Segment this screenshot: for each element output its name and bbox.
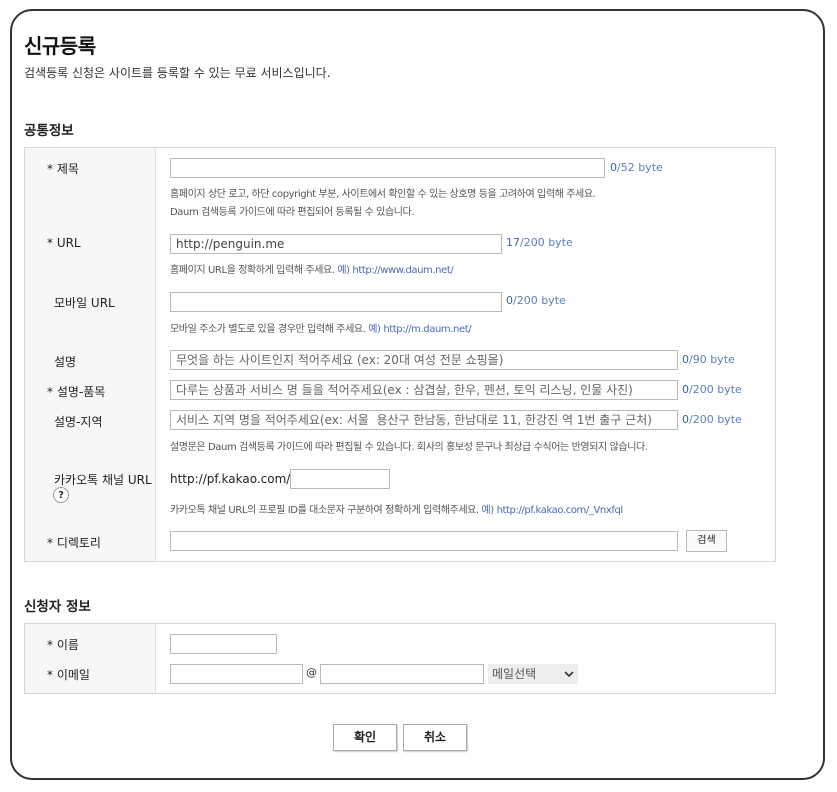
description-input[interactable] (170, 350, 678, 370)
question-icon[interactable]: ? (53, 487, 69, 503)
email-select-value: 메일선택 (492, 667, 537, 681)
description-byte-count: 0/90 byte (682, 353, 735, 366)
description-product-byte-count: 0/200 byte (682, 383, 742, 396)
description-label: 설명 (54, 355, 77, 369)
email-domain-select[interactable]: 메일선택 (488, 664, 578, 684)
title-label: * 제목 (47, 162, 79, 176)
mobile-url-help: 모바일 주소가 별도로 있을 경우만 입력해 주세요. 예) http://m.… (170, 324, 472, 335)
email-domain-input[interactable] (320, 664, 484, 684)
label-column (25, 148, 156, 561)
kakao-example-link[interactable]: 예) http://pf.kakao.com/_Vnxfql (481, 505, 623, 516)
description-region-label: 설명-지역 (54, 415, 103, 429)
mobile-url-label: 모바일 URL (54, 296, 115, 310)
description-help: 설명문은 Daum 검색등록 가이드에 따라 편집될 수 있습니다. 회사의 홍… (170, 442, 648, 453)
description-product-label: * 설명-품목 (47, 385, 106, 399)
title-help-2: Daum 검색등록 가이드에 따라 편집되어 등록될 수 있습니다. (170, 207, 415, 218)
title-input[interactable] (170, 158, 605, 178)
mobile-url-byte-count: 0/200 byte (506, 294, 566, 307)
directory-label: * 디렉토리 (47, 536, 101, 550)
kakao-url-prefix: http://pf.kakao.com/ (170, 472, 291, 486)
directory-input[interactable] (170, 531, 678, 551)
email-label: * 이메일 (47, 668, 90, 682)
cancel-button[interactable]: 취소 (403, 724, 467, 751)
common-info-heading: 공통정보 (24, 123, 74, 139)
url-help: 홈페이지 URL을 정확하게 입력해 주세요. 예) http://www.da… (170, 265, 454, 276)
directory-search-button[interactable]: 검색 (686, 530, 727, 552)
description-product-input[interactable] (170, 380, 678, 400)
url-example-link[interactable]: 예) http://www.daum.net/ (337, 265, 453, 276)
url-label: * URL (47, 236, 81, 250)
kakao-channel-input[interactable] (290, 469, 390, 489)
mobile-url-example-link[interactable]: 예) http://m.daum.net/ (368, 324, 471, 335)
name-label: * 이름 (47, 638, 79, 652)
description-region-input[interactable] (170, 410, 678, 430)
kakao-channel-label: 카카오톡 채널 URL (54, 473, 152, 487)
name-input[interactable] (170, 634, 277, 654)
kakao-help: 카카오톡 채널 URL의 프로필 ID를 대소문자 구분하여 정확하게 입력해주… (170, 505, 623, 516)
confirm-button[interactable]: 확인 (333, 724, 397, 751)
email-at-sign: @ (306, 666, 317, 679)
applicant-info-heading: 신청자 정보 (24, 599, 91, 615)
page-title: 신규등록 (24, 34, 96, 58)
url-input[interactable] (170, 234, 502, 254)
title-help-1: 홈페이지 상단 로고, 하단 copyright 부분, 사이트에서 확인할 수… (170, 189, 596, 200)
common-info-form: * 제목 0/52 byte 홈페이지 상단 로고, 하단 copyright … (24, 147, 776, 562)
email-local-input[interactable] (170, 664, 303, 684)
chevron-down-icon (564, 664, 574, 692)
page-subtitle: 검색등록 신청은 사이트를 등록할 수 있는 무료 서비스입니다. (24, 66, 331, 80)
label-column (25, 624, 156, 693)
description-region-byte-count: 0/200 byte (682, 413, 742, 426)
url-byte-count: 17/200 byte (506, 236, 573, 249)
mobile-url-input[interactable] (170, 292, 502, 312)
applicant-info-form: * 이름 * 이메일 @ 메일선택 (24, 623, 776, 694)
title-byte-count: 0/52 byte (610, 161, 663, 174)
